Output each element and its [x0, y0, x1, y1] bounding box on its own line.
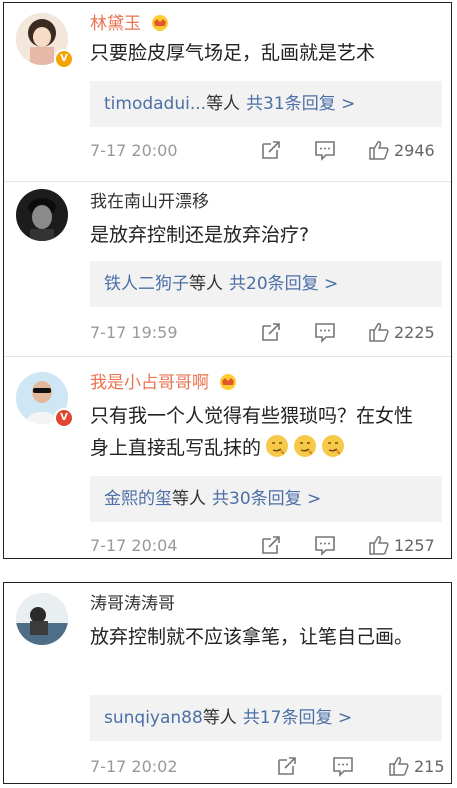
thumbs-up-icon — [369, 323, 389, 342]
share-button[interactable] — [260, 534, 282, 558]
username[interactable]: 林黛玉 — [90, 13, 171, 35]
comment-text: 只要脸皮厚气场足，乱画就是艺术 — [90, 42, 376, 64]
comment-meta: 7-17 19:59 2225 — [90, 321, 442, 345]
comment-item: 我在南山开漂移 是放弃控制还是放弃治疗? 铁人二狗子等人 共20条回复 > 7-1… — [4, 183, 451, 358]
reply-summary[interactable]: timodadui...等人 共31条回复 > — [90, 81, 442, 127]
comment-item: V 我是小占哥哥啊 只有我一个人觉得有些猥琐吗？在女性身上直接乱写乱抹的 金熙的… — [4, 358, 451, 558]
avatar[interactable] — [16, 189, 68, 241]
reply-count-link[interactable]: 共20条回复 > — [229, 274, 338, 294]
thumbs-up-icon — [389, 757, 409, 776]
divider — [4, 181, 451, 182]
like-count: 215 — [414, 757, 445, 776]
vip-crown-icon — [220, 374, 237, 390]
like-button[interactable] — [368, 321, 390, 345]
vip-crown-icon — [152, 15, 169, 31]
comment-button[interactable] — [314, 534, 336, 558]
reply-summary[interactable]: sunqiyan88等人 共17条回复 > — [90, 695, 442, 741]
comment-text-body: 只有我一个人觉得有些猥琐吗？在女性身上直接乱写乱抹的 — [90, 405, 414, 459]
comment-button[interactable] — [314, 321, 336, 345]
comment-panel-top: V 林黛玉 只要脸皮厚气场足，乱画就是艺术 timodadui...等人 共31条… — [3, 2, 452, 559]
comment-button[interactable] — [314, 139, 336, 163]
comment-meta: 7-17 20:02 215 — [90, 755, 445, 779]
reply-users[interactable]: timodadui... — [104, 94, 206, 114]
username[interactable]: 涛哥涛涛哥 — [90, 593, 175, 615]
comment-text: 放弃控制就不应该拿笔，让笔自己画。 — [90, 626, 414, 648]
like-button[interactable] — [368, 139, 390, 163]
comment-meta: 7-17 20:00 2946 — [90, 139, 442, 163]
share-button[interactable] — [260, 321, 282, 345]
smirk-emoji-icon — [294, 435, 317, 457]
divider — [4, 356, 451, 357]
comment-icon — [315, 141, 335, 161]
timestamp: 7-17 19:59 — [90, 323, 178, 342]
reply-summary[interactable]: 铁人二狗子等人 共20条回复 > — [90, 261, 442, 307]
comment-meta: 7-17 20:04 1257 — [90, 534, 442, 558]
share-button[interactable] — [260, 139, 282, 163]
like-button[interactable] — [388, 755, 410, 779]
comment-text: 是放弃控制还是放弃治疗? — [90, 224, 310, 246]
username[interactable]: 我是小占哥哥啊 — [90, 372, 239, 394]
comment-item: V 林黛玉 只要脸皮厚气场足，乱画就是艺术 timodadui...等人 共31条… — [4, 3, 451, 183]
like-button[interactable] — [368, 534, 390, 558]
comment-button[interactable] — [332, 755, 354, 779]
reply-users[interactable]: 金熙的玺 — [104, 489, 172, 509]
like-count: 2946 — [394, 141, 435, 160]
reply-suffix: 等人 — [172, 489, 206, 509]
comment-icon — [333, 757, 353, 777]
timestamp: 7-17 20:00 — [90, 141, 178, 160]
share-button[interactable] — [276, 755, 298, 779]
comment-panel-bottom: 涛哥涛涛哥 放弃控制就不应该拿笔，让笔自己画。 sunqiyan88等人 共17条… — [3, 582, 452, 784]
verified-badge-icon: V — [54, 49, 74, 69]
timestamp: 7-17 20:04 — [90, 536, 178, 555]
reply-users[interactable]: sunqiyan88 — [104, 708, 203, 728]
reply-suffix: 等人 — [206, 94, 241, 114]
reply-count-link[interactable]: 共17条回复 > — [243, 708, 352, 728]
thumbs-up-icon — [369, 536, 389, 555]
avatar[interactable] — [16, 593, 68, 645]
share-icon — [262, 536, 280, 554]
reply-count-link[interactable]: 共31条回复 > — [246, 94, 355, 114]
reply-count-link[interactable]: 共30条回复 > — [212, 489, 321, 509]
reply-suffix: 等人 — [189, 274, 223, 294]
comment-text: 只有我一个人觉得有些猥琐吗？在女性身上直接乱写乱抹的 — [90, 400, 425, 464]
username-text[interactable]: 我是小占哥哥啊 — [90, 373, 209, 393]
smirk-emoji-icon — [266, 435, 289, 457]
like-count: 2225 — [394, 323, 435, 342]
comment-item: 涛哥涛涛哥 放弃控制就不应该拿笔，让笔自己画。 sunqiyan88等人 共17条… — [4, 583, 451, 783]
reply-suffix: 等人 — [202, 708, 237, 728]
share-icon — [262, 141, 280, 159]
comment-icon — [315, 323, 335, 343]
smirk-emoji-icon — [322, 435, 345, 457]
share-icon — [262, 323, 280, 341]
reply-summary[interactable]: 金熙的玺等人 共30条回复 > — [90, 476, 442, 522]
username-text[interactable]: 林黛玉 — [90, 14, 141, 34]
verified-badge-icon: V — [54, 408, 74, 428]
like-count: 1257 — [394, 536, 435, 555]
thumbs-up-icon — [369, 141, 389, 160]
comment-icon — [315, 536, 335, 556]
timestamp: 7-17 20:02 — [90, 757, 178, 776]
share-icon — [278, 757, 296, 775]
reply-users[interactable]: 铁人二狗子 — [104, 274, 189, 294]
username[interactable]: 我在南山开漂移 — [90, 191, 209, 213]
